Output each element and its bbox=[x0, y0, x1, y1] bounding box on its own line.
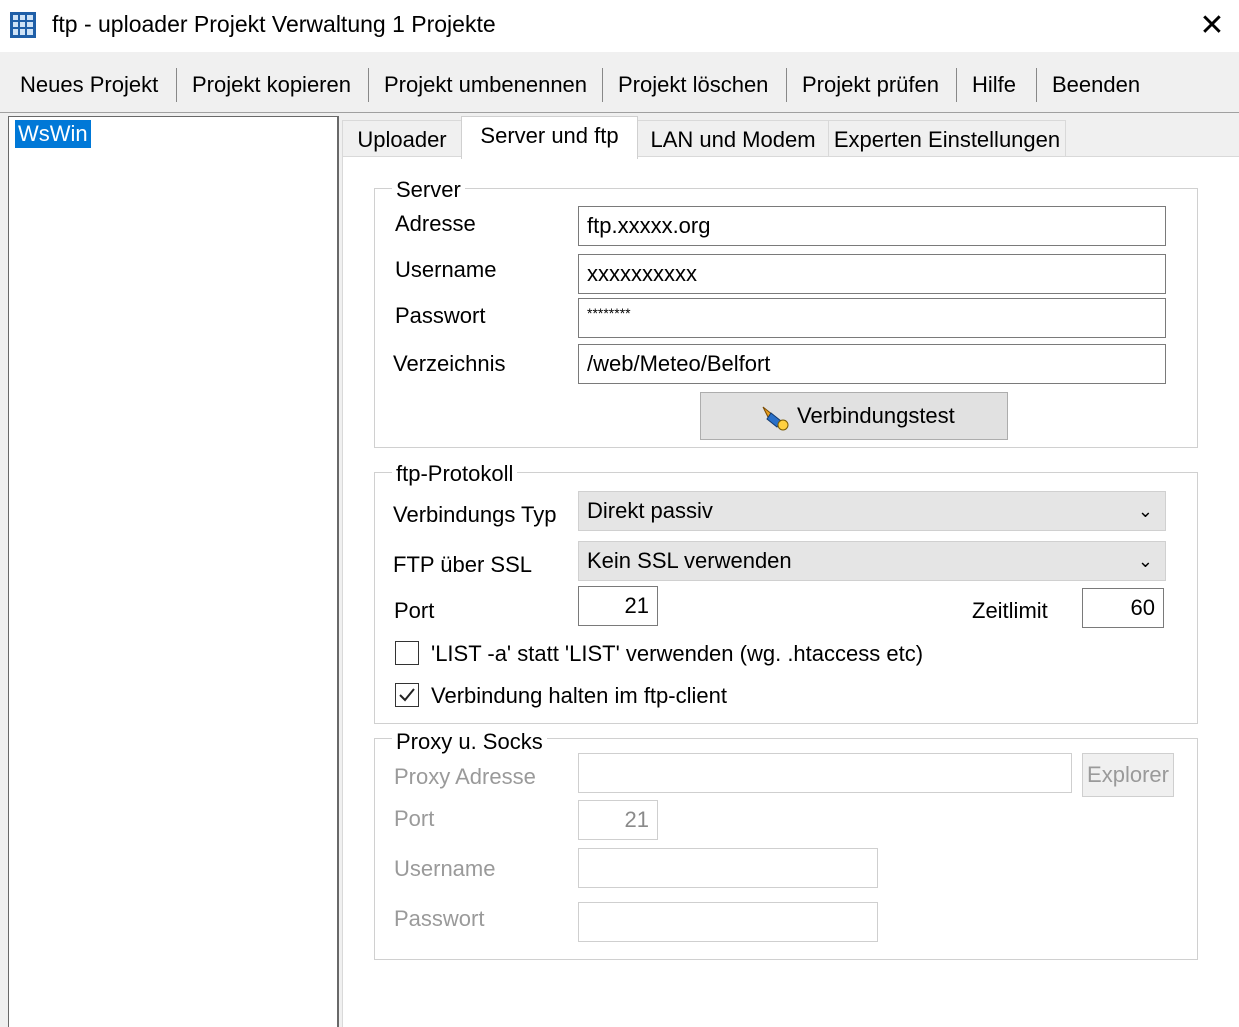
tab-uploader[interactable]: Uploader bbox=[342, 120, 462, 159]
ftp-protocol-legend: ftp-Protokoll bbox=[392, 462, 518, 486]
connection-test-button[interactable]: Verbindungstest bbox=[700, 392, 1008, 440]
checkmark-icon bbox=[399, 688, 415, 702]
address-input[interactable]: ftp.xxxxx.org bbox=[578, 206, 1166, 246]
proxy-port-input[interactable]: 21 bbox=[578, 800, 658, 840]
menu-separator bbox=[786, 68, 787, 102]
password-label: Passwort bbox=[395, 303, 486, 328]
proxy-username-label: Username bbox=[394, 856, 496, 881]
plug-connection-icon bbox=[762, 406, 789, 431]
tab-expert-settings[interactable]: Experten Einstellungen bbox=[828, 120, 1066, 159]
directory-input[interactable]: /web/Meteo/Belfort bbox=[578, 344, 1166, 384]
timeout-label: Zeitlimit bbox=[972, 598, 1048, 623]
menu-copy-project[interactable]: Projekt kopieren bbox=[192, 72, 351, 98]
menu-separator bbox=[368, 68, 369, 102]
connection-type-value: Direkt passiv bbox=[587, 498, 713, 523]
menu-help[interactable]: Hilfe bbox=[972, 72, 1016, 98]
menu-separator bbox=[176, 68, 177, 102]
menu-new-project[interactable]: Neues Projekt bbox=[20, 72, 158, 98]
menu-rename-project[interactable]: Projekt umbenennen bbox=[384, 72, 587, 98]
connection-type-select[interactable]: Direkt passiv ⌄ bbox=[578, 491, 1166, 531]
proxy-legend: Proxy u. Socks bbox=[392, 730, 547, 754]
menu-separator bbox=[602, 68, 603, 102]
address-label: Adresse bbox=[395, 211, 476, 236]
menu-bar: Neues Projekt Projekt kopieren Projekt u… bbox=[0, 62, 1239, 108]
connection-test-label: Verbindungstest bbox=[797, 403, 955, 428]
tab-server-ftp[interactable]: Server und ftp bbox=[461, 116, 638, 159]
proxy-address-label: Proxy Adresse bbox=[394, 764, 536, 789]
grid-app-icon bbox=[10, 12, 36, 38]
tree-item-wswin[interactable]: WsWin bbox=[15, 120, 91, 148]
menu-check-project[interactable]: Projekt prüfen bbox=[802, 72, 939, 98]
username-input[interactable]: xxxxxxxxxx bbox=[578, 254, 1166, 294]
window-title: ftp - uploader Projekt Verwaltung 1 Proj… bbox=[52, 11, 496, 37]
proxy-password-label: Passwort bbox=[394, 906, 485, 931]
menu-delete-project[interactable]: Projekt löschen bbox=[618, 72, 768, 98]
menu-divider bbox=[0, 112, 1239, 113]
keepalive-label[interactable]: Verbindung halten im ftp-client bbox=[431, 683, 727, 709]
keepalive-checkbox[interactable] bbox=[395, 683, 419, 707]
directory-label: Verzeichnis bbox=[393, 351, 506, 376]
proxy-port-label: Port bbox=[394, 806, 435, 831]
port-input[interactable]: 21 bbox=[578, 586, 658, 626]
username-label: Username bbox=[395, 257, 497, 282]
ssl-label: FTP über SSL bbox=[393, 552, 532, 577]
proxy-address-input[interactable] bbox=[578, 753, 1072, 793]
server-legend: Server bbox=[392, 178, 465, 202]
password-input[interactable]: ******** bbox=[578, 298, 1166, 338]
ssl-value: Kein SSL verwenden bbox=[587, 548, 792, 573]
close-icon[interactable]: ✕ bbox=[1190, 4, 1234, 48]
title-bar: ftp - uploader Projekt Verwaltung 1 Proj… bbox=[0, 0, 1239, 52]
chevron-down-icon: ⌄ bbox=[1137, 501, 1153, 521]
port-label: Port bbox=[394, 598, 435, 623]
proxy-password-input[interactable] bbox=[578, 902, 878, 942]
list-a-label[interactable]: 'LIST -a' statt 'LIST' verwenden (wg. .h… bbox=[431, 641, 923, 667]
proxy-username-input[interactable] bbox=[578, 848, 878, 888]
connection-type-label: Verbindungs Typ bbox=[393, 502, 557, 527]
tab-lan-modem[interactable]: LAN und Modem bbox=[637, 120, 829, 159]
ssl-select[interactable]: Kein SSL verwenden ⌄ bbox=[578, 541, 1166, 581]
menu-separator bbox=[956, 68, 957, 102]
timeout-input[interactable]: 60 bbox=[1082, 588, 1164, 628]
menu-separator bbox=[1036, 68, 1037, 102]
menu-exit[interactable]: Beenden bbox=[1052, 72, 1140, 98]
explorer-button[interactable]: Explorer bbox=[1082, 753, 1174, 797]
project-tree: WsWin bbox=[8, 116, 339, 1027]
list-a-checkbox[interactable] bbox=[395, 641, 419, 665]
chevron-down-icon: ⌄ bbox=[1137, 551, 1153, 571]
